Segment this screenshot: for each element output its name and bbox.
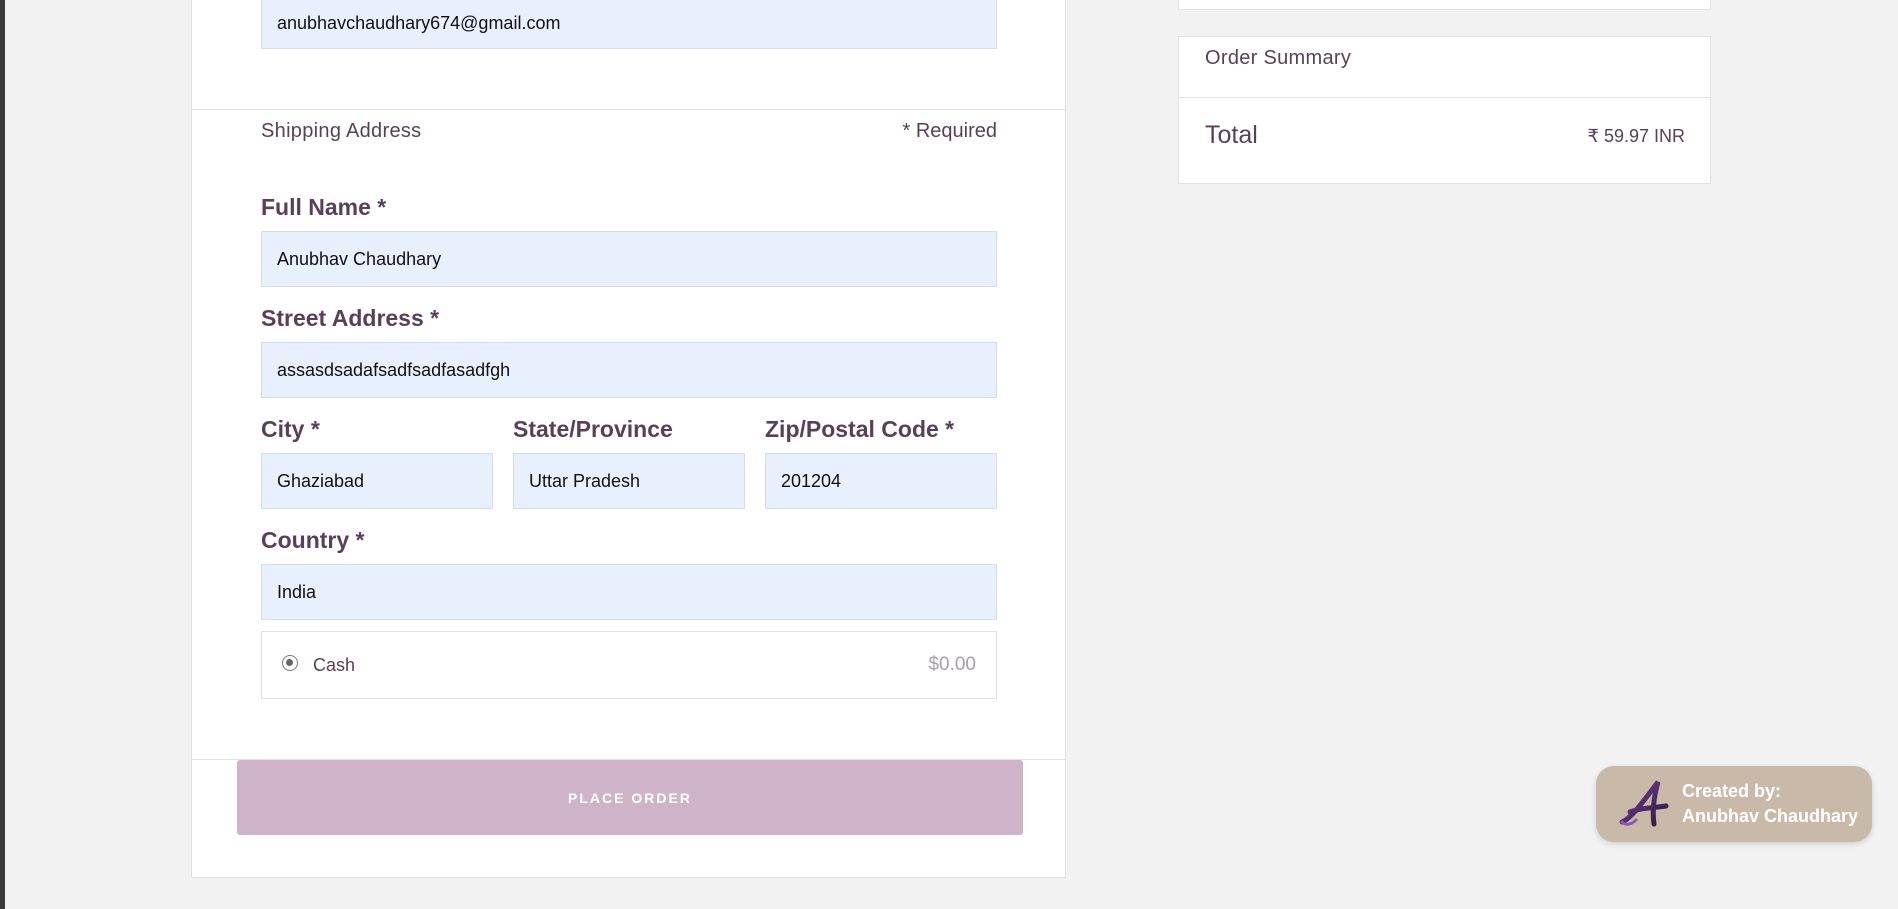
street-address-field[interactable] [261, 342, 997, 398]
full-name-field[interactable] [261, 231, 997, 287]
checkout-form: Shipping Address * Required Full Name * … [191, 0, 1066, 878]
payment-method-price: $0.00 [928, 654, 976, 675]
summary-divider [1179, 97, 1710, 98]
required-note: * Required [902, 120, 997, 142]
creator-name: Anubhav Chaudhary [1682, 806, 1859, 826]
order-summary-card: Order Summary Total ₹ 59.97 INR [1178, 36, 1711, 184]
creator-badge[interactable]: Created by: Anubhav Chaudhary [1596, 766, 1872, 842]
script-a-logo-icon [1619, 780, 1669, 827]
place-order-button[interactable]: PLACE ORDER [237, 760, 1023, 835]
summary-top-card [1178, 0, 1711, 10]
cash-radio-button[interactable] [282, 655, 298, 671]
payment-method-label: Cash [313, 655, 356, 675]
state-province-field[interactable] [513, 453, 745, 509]
total-value: ₹ 59.97 INR [1587, 126, 1686, 146]
country-field[interactable] [261, 564, 997, 620]
section-divider [192, 109, 1065, 110]
full-name-label: Full Name * [261, 194, 387, 220]
order-summary-title: Order Summary [1205, 47, 1352, 69]
city-field[interactable] [261, 453, 493, 509]
total-label: Total [1205, 121, 1258, 149]
email-field[interactable] [261, 0, 997, 49]
city-label: City * [261, 416, 320, 442]
shipping-section-title: Shipping Address [261, 120, 422, 142]
street-address-label: Street Address * [261, 305, 440, 331]
zip-code-label: Zip/Postal Code * [765, 416, 955, 442]
creator-label: Created by: [1682, 781, 1782, 801]
state-province-label: State/Province [513, 416, 673, 442]
payment-method-option[interactable]: Cash $0.00 [261, 631, 997, 699]
country-label: Country * [261, 527, 365, 553]
zip-code-field[interactable] [765, 453, 997, 509]
window-edge [0, 0, 5, 909]
